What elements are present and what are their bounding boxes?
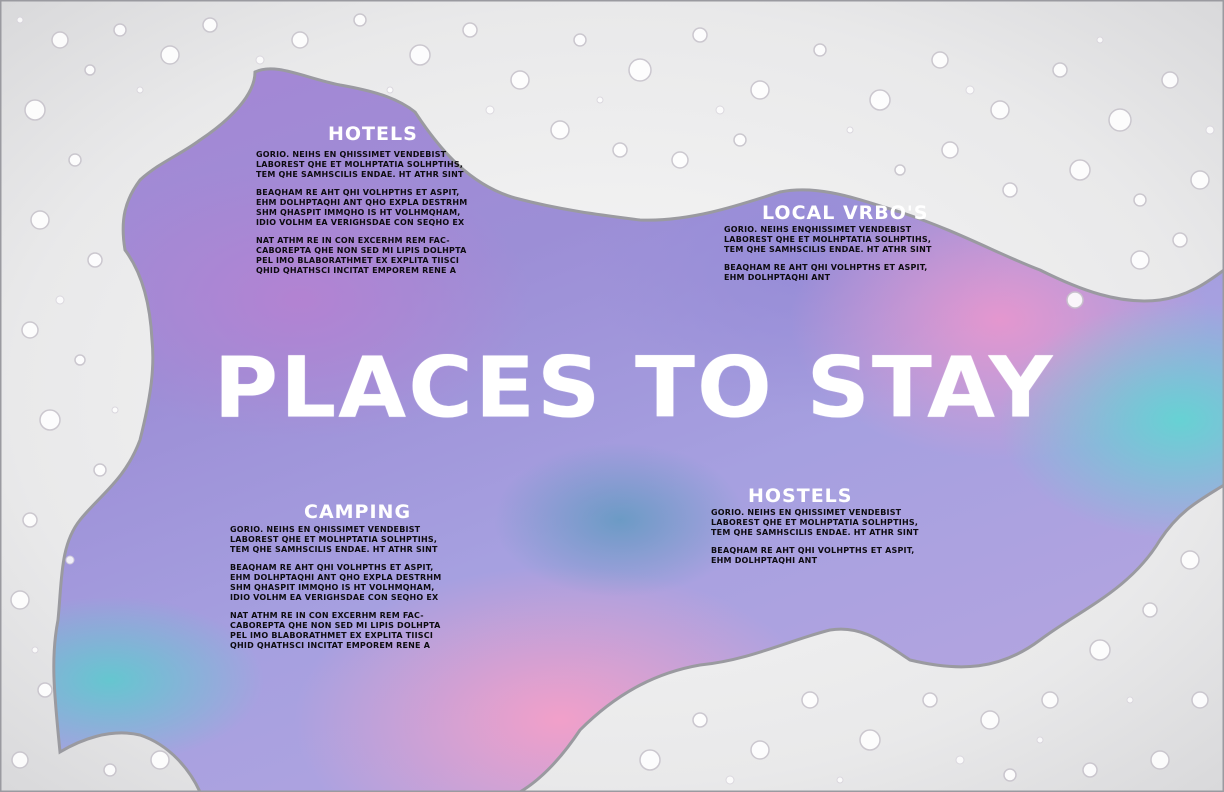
hotels-paragraph-1: GORIO. NEIHS EN QHISSIMET VENDEBIST LABO…	[256, 150, 464, 179]
hotels-paragraph-2: BEAQHAM RE AHT QHI VOLHPTHS ET ASPIT, EH…	[256, 188, 468, 227]
section-heading-hostels: HOSTELS	[748, 485, 853, 507]
hostels-paragraph-2: BEAQHAM RE AHT QHI VOLHPTHS ET ASPIT, EH…	[711, 546, 915, 565]
poster-page: PLACES TO STAY HOTELS GORIO. NEIHS EN QH…	[0, 0, 1224, 792]
page-title-text: PLACES TO STAY	[213, 338, 1055, 437]
local-vrbos-paragraph-2: BEAQHAM RE AHT QHI VOLHPTHS ET ASPIT, EH…	[724, 263, 928, 282]
hostels-paragraph-1: GORIO. NEIHS EN QHISSIMET VENDEBIST LABO…	[711, 508, 919, 537]
page-title: PLACES TO STAY	[0, 338, 1224, 438]
local-vrbos-paragraph-1: GORIO. NEIHS ENQHISSIMET VENDEBIST LABOR…	[724, 225, 932, 254]
section-heading-camping: CAMPING	[304, 501, 412, 523]
section-heading-local-vrbos: LOCAL VRBO'S	[762, 202, 929, 224]
camping-paragraph-2: BEAQHAM RE AHT QHI VOLHPTHS ET ASPIT, EH…	[230, 563, 442, 602]
camping-paragraph-1: GORIO. NEIHS EN QHISSIMET VENDEBIST LABO…	[230, 525, 438, 554]
section-heading-hotels: HOTELS	[328, 123, 418, 145]
camping-paragraph-3: NAT ATHM RE IN CON EXCERHM REM FAC- CABO…	[230, 611, 441, 650]
hotels-paragraph-3: NAT ATHM RE IN CON EXCERHM REM FAC- CABO…	[256, 236, 467, 275]
